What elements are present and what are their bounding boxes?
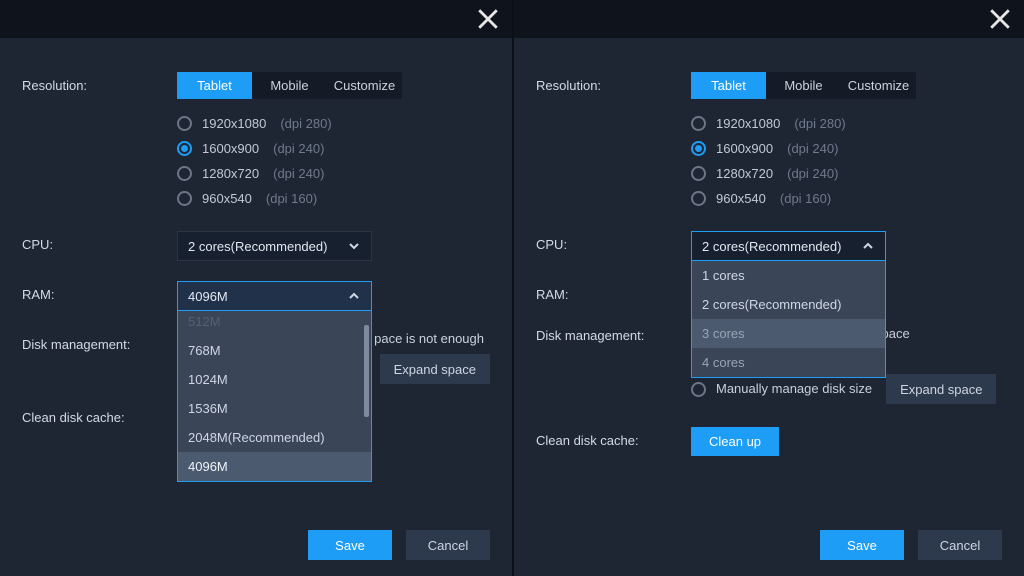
radio-icon	[177, 116, 192, 131]
cleanup-button[interactable]: Clean up	[691, 427, 779, 456]
titlebar	[514, 0, 1024, 38]
cpu-option-3cores[interactable]: 3 cores	[692, 319, 885, 348]
settings-panel-right: Resolution: Tablet Mobile Customize 1920…	[512, 0, 1024, 576]
tab-mobile[interactable]: Mobile	[252, 72, 327, 99]
settings-panel-left: Resolution: Tablet Mobile Customize 1920…	[0, 0, 512, 576]
label-cpu: CPU:	[22, 231, 177, 261]
disk-auto-text-fragment: pace is not enough	[374, 331, 484, 346]
res-1920x1080[interactable]: 1920x1080 (dpi 280)	[691, 111, 1002, 136]
ram-option-768m[interactable]: 768M	[178, 336, 371, 365]
cpu-option-4cores[interactable]: 4 cores	[692, 348, 885, 377]
cpu-select-value: 2 cores(Recommended)	[702, 239, 841, 254]
tab-tablet[interactable]: Tablet	[691, 72, 766, 99]
res-960x540[interactable]: 960x540 (dpi 160)	[177, 186, 490, 211]
radio-icon	[177, 191, 192, 206]
radio-icon	[691, 141, 706, 156]
cpu-select[interactable]: 2 cores(Recommended)	[691, 231, 886, 261]
chevron-down-icon	[347, 239, 361, 253]
label-resolution: Resolution:	[22, 72, 177, 211]
label-ram: RAM:	[536, 281, 691, 302]
radio-icon	[177, 141, 192, 156]
save-button[interactable]: Save	[820, 530, 904, 560]
ram-select[interactable]: 4096M	[177, 281, 372, 311]
resolution-tabs: Tablet Mobile Customize	[691, 72, 916, 99]
ram-option-1024m[interactable]: 1024M	[178, 365, 371, 394]
label-resolution: Resolution:	[536, 72, 691, 211]
label-ram: RAM:	[22, 281, 177, 311]
tab-customize[interactable]: Customize	[841, 72, 916, 99]
radio-icon	[177, 166, 192, 181]
cpu-option-2cores[interactable]: 2 cores(Recommended)	[692, 290, 885, 319]
ram-select-value: 4096M	[188, 289, 228, 304]
content: Resolution: Tablet Mobile Customize 1920…	[514, 38, 1024, 530]
save-button[interactable]: Save	[308, 530, 392, 560]
radio-icon	[691, 116, 706, 131]
expand-space-button[interactable]: Expand space	[380, 354, 490, 384]
cpu-select-value: 2 cores(Recommended)	[188, 239, 327, 254]
radio-icon	[691, 191, 706, 206]
tab-customize[interactable]: Customize	[327, 72, 402, 99]
cancel-button[interactable]: Cancel	[918, 530, 1002, 560]
footer: Save Cancel	[514, 530, 1024, 576]
close-icon[interactable]	[986, 5, 1014, 33]
label-cpu: CPU:	[536, 231, 691, 261]
label-clean: Clean disk cache:	[536, 427, 691, 456]
scrollbar-thumb[interactable]	[364, 325, 369, 417]
res-1600x900[interactable]: 1600x900 (dpi 240)	[691, 136, 1002, 161]
label-clean: Clean disk cache:	[22, 404, 177, 433]
ram-option-2048m[interactable]: 2048M(Recommended)	[178, 423, 371, 452]
cpu-dropdown: 1 cores 2 cores(Recommended) 3 cores 4 c…	[691, 261, 886, 378]
res-1280x720[interactable]: 1280x720 (dpi 240)	[691, 161, 1002, 186]
res-1600x900[interactable]: 1600x900 (dpi 240)	[177, 136, 490, 161]
tab-mobile[interactable]: Mobile	[766, 72, 841, 99]
content: Resolution: Tablet Mobile Customize 1920…	[0, 38, 512, 530]
ram-dropdown: 512M 768M 1024M 1536M 2048M(Recommended)…	[177, 311, 372, 482]
res-1920x1080[interactable]: 1920x1080 (dpi 280)	[177, 111, 490, 136]
ram-option-512m[interactable]: 512M	[178, 311, 371, 336]
cpu-select[interactable]: 2 cores(Recommended)	[177, 231, 372, 261]
radio-icon	[691, 382, 706, 397]
expand-space-button[interactable]: Expand space	[886, 374, 996, 404]
titlebar	[0, 0, 512, 38]
label-disk: Disk management:	[22, 331, 177, 384]
chevron-up-icon	[347, 289, 361, 303]
disk-manual-text[interactable]: Manually manage disk size	[716, 380, 872, 398]
chevron-up-icon	[861, 239, 875, 253]
cancel-button[interactable]: Cancel	[406, 530, 490, 560]
footer: Save Cancel	[0, 530, 512, 576]
resolution-tabs: Tablet Mobile Customize	[177, 72, 402, 99]
res-1280x720[interactable]: 1280x720 (dpi 240)	[177, 161, 490, 186]
res-960x540[interactable]: 960x540 (dpi 160)	[691, 186, 1002, 211]
ram-option-4096m[interactable]: 4096M	[178, 452, 371, 481]
ram-option-1536m[interactable]: 1536M	[178, 394, 371, 423]
close-icon[interactable]	[474, 5, 502, 33]
label-disk: Disk management:	[536, 322, 691, 407]
radio-icon	[691, 166, 706, 181]
tab-tablet[interactable]: Tablet	[177, 72, 252, 99]
cpu-option-1core[interactable]: 1 cores	[692, 261, 885, 290]
